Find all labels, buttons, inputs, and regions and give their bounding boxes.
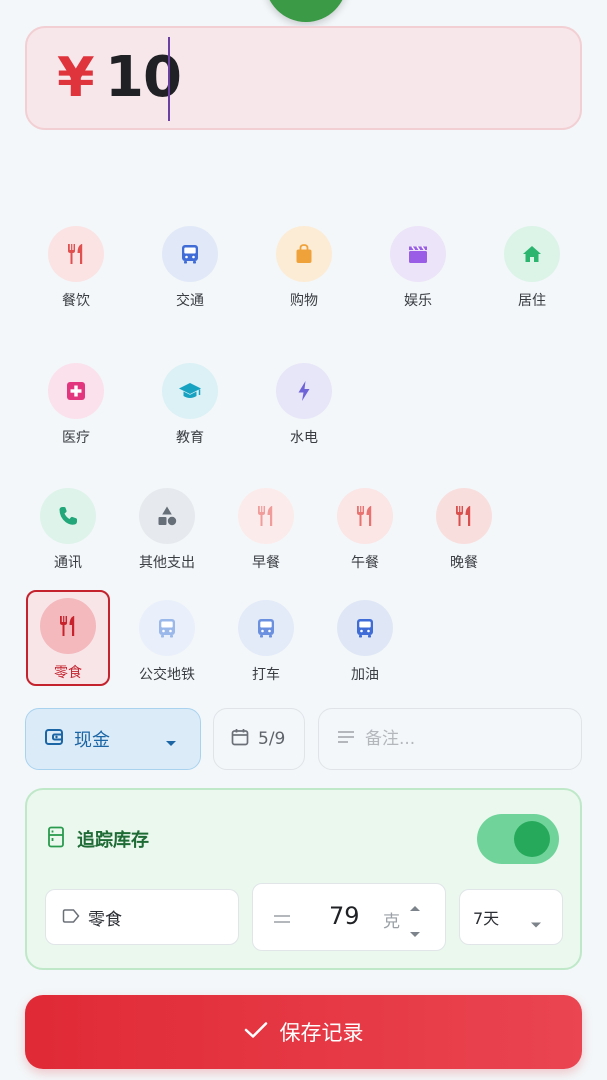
category-5[interactable]: 居住 [484,218,580,322]
clapperboard-icon [390,226,446,282]
category-12[interactable]: 午餐 [317,480,413,584]
wallet-icon [44,727,64,751]
category-14[interactable]: 零食 [26,590,110,686]
fridge-icon [47,826,65,852]
date-selector[interactable]: 5/9 [213,708,305,770]
category-label: 加油 [351,667,379,683]
note-field[interactable] [318,708,582,770]
decrement-arrow-icon[interactable] [409,924,421,943]
medical-cross-icon [48,363,104,419]
graduation-cap-icon [162,363,218,419]
category-label: 零食 [54,665,82,681]
category-label: 午餐 [351,555,379,571]
utensils-icon [40,598,96,654]
category-17[interactable]: 加油 [317,592,413,696]
increment-arrow-icon[interactable] [409,898,421,917]
home-icon [504,226,560,282]
category-10[interactable]: 其他支出 [119,480,215,584]
bus-icon [139,600,195,656]
quantity-value: 79 [329,902,360,930]
category-label: 购物 [290,293,318,309]
expiry-selector[interactable]: 7天 [459,889,563,945]
category-15[interactable]: 公交地铁 [119,592,215,696]
category-label: 娱乐 [404,293,432,309]
notes-icon [337,729,355,749]
chevron-down-icon [164,734,178,753]
bus-icon [238,600,294,656]
shapes-icon [139,488,195,544]
utensils-icon [337,488,393,544]
category-label: 其他支出 [139,555,195,571]
category-label: 医疗 [62,430,90,446]
expiry-label: 7天 [473,909,500,928]
note-input[interactable] [365,729,565,749]
category-11[interactable]: 早餐 [218,480,314,584]
shopping-bag-icon [276,226,332,282]
category-label: 晚餐 [450,555,478,571]
category-label: 居住 [518,293,546,309]
inventory-card: 追踪库存 零食 79 克 7天 [25,788,582,970]
inventory-item-name: 零食 [88,909,122,930]
category-label: 交通 [176,293,204,309]
category-7[interactable]: 教育 [142,355,238,459]
chevron-down-icon [530,914,542,933]
utensils-icon [48,226,104,282]
utensils-icon [238,488,294,544]
amount-display[interactable]: ¥ 10 [25,26,582,130]
quantity-stepper[interactable]: 79 克 [252,883,446,951]
inventory-item-field[interactable]: 零食 [45,889,239,945]
category-label: 打车 [252,667,280,683]
category-label: 公交地铁 [139,667,195,683]
inventory-title: 追踪库存 [77,830,149,851]
category-9[interactable]: 通讯 [20,480,116,584]
top-action-button[interactable] [265,0,347,22]
utensils-icon [436,488,492,544]
bus-icon [162,226,218,282]
category-3[interactable]: 购物 [256,218,352,322]
save-label: 保存记录 [279,1021,364,1045]
bus-icon [337,600,393,656]
calendar-icon [230,727,250,751]
date-label: 5/9 [258,729,286,749]
toggle-knob [514,821,550,857]
category-13[interactable]: 晚餐 [416,480,512,584]
inventory-toggle[interactable] [477,814,559,864]
phone-icon [40,488,96,544]
account-selector[interactable]: 现金 [25,708,201,770]
bolt-icon [276,363,332,419]
save-record-button[interactable]: 保存记录 [25,995,582,1069]
category-label: 早餐 [252,555,280,571]
equals-icon [273,910,291,929]
category-6[interactable]: 医疗 [28,355,124,459]
inventory-header: 追踪库存 [47,826,149,852]
category-8[interactable]: 水电 [256,355,352,459]
quantity-unit: 克 [383,912,400,932]
currency-symbol: ¥ [57,46,95,109]
category-label: 通讯 [54,555,82,571]
text-caret [168,37,170,121]
category-2[interactable]: 交通 [142,218,238,322]
category-label: 教育 [176,430,204,446]
category-1[interactable]: 餐饮 [28,218,124,322]
account-label: 现金 [74,730,110,751]
tag-icon [62,908,80,927]
checkmark-icon [244,1021,268,1043]
category-label: 餐饮 [62,293,90,309]
category-4[interactable]: 娱乐 [370,218,466,322]
category-16[interactable]: 打车 [218,592,314,696]
category-label: 水电 [290,430,318,446]
